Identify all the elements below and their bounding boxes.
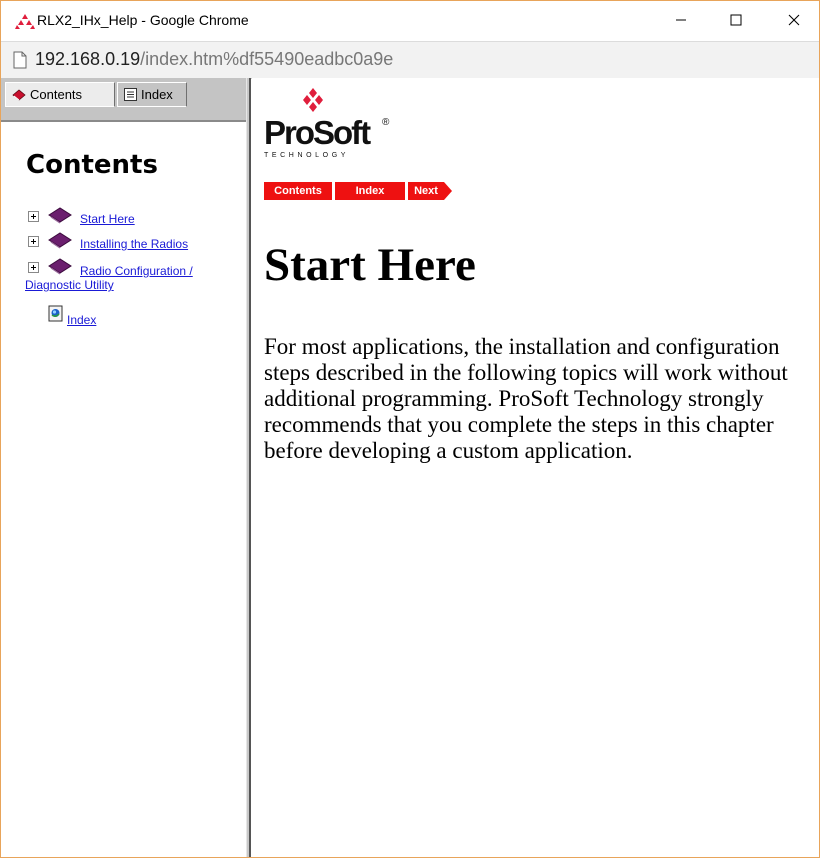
toc-item-start-here: Start Here [1,206,246,230]
logo-wordmark: ProSoft [264,114,371,151]
maximize-button[interactable] [713,1,759,39]
tab-index[interactable]: Index [117,82,187,107]
title-bar: RLX2_IHx_Help - Google Chrome [1,1,819,41]
address-bar[interactable]: 192.168.0.19/index.htm%df55490eadbc0a9e [1,41,819,79]
expand-icon[interactable] [28,236,39,247]
url-path: /index.htm%df55490eadbc0a9e [140,49,394,69]
toc-link-installing-the-radios[interactable]: Installing the Radios [80,237,188,251]
help-page-icon [48,305,63,322]
pane-splitter[interactable] [246,78,251,857]
book-icon [48,232,72,249]
toc-item-installing-the-radios: Installing the Radios [1,231,246,255]
prosoft-logo: ProSoft ® TECHNOLOGY [262,88,392,160]
nav-next-button[interactable]: Next [408,182,444,200]
index-list-icon [124,88,137,101]
close-button[interactable] [771,1,817,39]
toc-item-radio-configuration: Radio Configuration / Diagnostic Utility [1,257,246,297]
close-icon [788,14,800,26]
window-title: RLX2_IHx_Help - Google Chrome [37,12,249,28]
url-text[interactable]: 192.168.0.19/index.htm%df55490eadbc0a9e [35,49,393,70]
tab-contents[interactable]: Contents [5,82,115,107]
contents-heading: Contents [26,150,158,180]
tab-index-label: Index [141,87,173,102]
book-icon [12,88,26,101]
content-pane: ProSoft ® TECHNOLOGY Contents Index Next… [252,78,819,857]
toc-link-radio-configuration[interactable]: Radio Configuration / [80,264,193,278]
prosoft-diamond-icon [303,88,323,112]
logo-registered-mark: ® [382,117,390,128]
nav-index-button[interactable]: Index [335,182,405,200]
book-icon [48,258,72,275]
tab-strip: Contents Index [1,78,246,122]
nav-contents-button[interactable]: Contents [264,182,332,200]
tab-contents-label: Contents [30,87,83,102]
prosoft-app-icon [15,14,35,29]
expand-icon[interactable] [28,211,39,222]
topic-paragraph: For most applications, the installation … [264,334,788,463]
toc-link-diagnostic-utility[interactable]: Diagnostic Utility [25,278,114,292]
page-icon [13,51,27,69]
topic-heading: Start Here [264,239,476,291]
maximize-icon [730,14,742,26]
logo-tagline: TECHNOLOGY [264,152,350,159]
browser-window: RLX2_IHx_Help - Google Chrome 192.168.0.… [0,0,820,858]
toc-item-index: Index [1,305,246,329]
book-icon [48,207,72,224]
next-arrow-icon[interactable] [444,182,452,200]
toc-link-index[interactable]: Index [67,313,96,327]
minimize-button[interactable] [658,1,704,39]
minimize-icon [676,19,686,21]
url-host: 192.168.0.19 [35,49,141,69]
left-pane: Contents Index Contents Start Here Insta… [1,78,246,857]
toc-link-start-here[interactable]: Start Here [80,212,135,226]
expand-icon[interactable] [28,262,39,273]
